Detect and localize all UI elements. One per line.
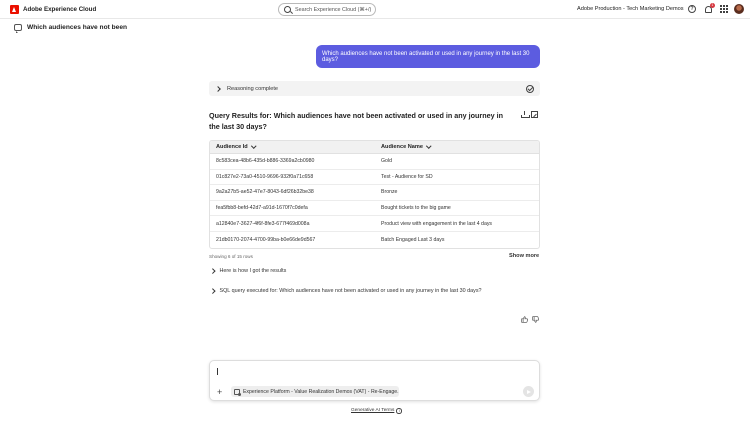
top-bar: Adobe Experience Cloud Search Experience… <box>0 0 750 19</box>
table-row: 01c827e2-73a0-4510-9696-932f0a71c658 Tes… <box>210 170 539 186</box>
cell-audience-id: 21db0170-2074-4700-99ba-b0e66de9d567 <box>216 236 316 243</box>
send-button[interactable] <box>523 386 534 397</box>
table-row: 21db0170-2074-4700-99ba-b0e66de9d567 Bat… <box>210 232 539 248</box>
search-placeholder: Search Experience Cloud (⌘+/) <box>295 6 372 13</box>
column-header-audience-name[interactable]: Audience Name <box>375 143 432 150</box>
cell-audience-name: Product view with engagement in the last… <box>381 220 493 227</box>
cell-audience-id: 8c583cea-48b6-435d-b886-3369a2cb0980 <box>216 158 315 165</box>
help-button[interactable]: ? <box>687 4 697 14</box>
ai-terms-link[interactable]: Generative AI Terms i <box>351 408 402 414</box>
table-row: a12840e7-3627-4f6f-8fe3-677f469d008a Pro… <box>210 216 539 232</box>
sandbox-icon <box>234 388 241 396</box>
cell-audience-id: a12840e7-3627-4f6f-8fe3-677f469d008a <box>216 220 310 227</box>
how-i-got-results-toggle[interactable]: Here is how I got the results <box>210 268 287 274</box>
notifications-badge: 1 <box>710 3 715 8</box>
text-cursor <box>217 368 218 375</box>
org-switcher[interactable]: Adobe Production - Tech Marketing Demos <box>577 6 684 12</box>
cell-audience-name: Batch Engaged Last 3 days <box>381 236 445 243</box>
column-header-audience-id[interactable]: Audience Id <box>210 143 375 150</box>
query-results-title: Query Results for: Which audiences have … <box>209 111 503 131</box>
brand[interactable]: Adobe Experience Cloud <box>10 4 97 14</box>
info-icon: i <box>396 408 402 414</box>
cell-audience-name: Bronze <box>381 189 398 196</box>
rows-count-text: Showing 6 of 15 rows <box>209 254 253 259</box>
prompt-composer[interactable]: + Experience Platform - Value Realizatio… <box>209 360 540 401</box>
user-message-bubble: Which audiences have not been activated … <box>316 45 540 68</box>
table-row: 9a2a27b5-ae52-47e7-8043-6df26b32be38 Bro… <box>210 185 539 201</box>
thumbs-down-icon[interactable] <box>532 310 539 323</box>
sql-query-label: SQL query executed for: Which audiences … <box>219 288 482 294</box>
cell-audience-id: fea5fbb8-befd-42d7-a91d-1670f7c0defa <box>216 205 308 212</box>
show-more-button[interactable]: Show more <box>509 253 539 259</box>
search-input[interactable]: Search Experience Cloud (⌘+/) <box>278 3 376 16</box>
chevron-down-icon <box>426 143 432 149</box>
app-name: Adobe Experience Cloud <box>23 5 97 13</box>
context-chip[interactable]: Experience Platform - Value Realization … <box>231 386 399 397</box>
avatar[interactable] <box>734 4 744 14</box>
add-icon[interactable]: + <box>217 388 222 397</box>
conversation-title: Which audiences have not been <box>27 24 128 31</box>
how-i-got-results-label: Here is how I got the results <box>219 268 287 274</box>
chevron-right-icon <box>210 268 216 274</box>
cell-audience-id: 01c827e2-73a0-4510-9696-932f0a71c658 <box>216 173 314 180</box>
cell-audience-id: 9a2a27b5-ae52-47e7-8043-6df26b32be38 <box>216 189 314 196</box>
cell-audience-name: Bought tickets to the big game <box>381 205 451 212</box>
ai-terms-label: Generative AI Terms <box>351 408 395 414</box>
reasoning-label: Reasoning complete <box>227 85 278 92</box>
table-row: fea5fbb8-befd-42d7-a91d-1670f7c0defa Bou… <box>210 201 539 217</box>
thumbs-up-icon[interactable] <box>521 310 528 323</box>
expand-icon[interactable] <box>531 111 538 118</box>
check-circle-icon <box>526 84 534 93</box>
download-icon[interactable] <box>521 111 530 118</box>
apps-button[interactable] <box>719 4 729 14</box>
adobe-logo-icon <box>10 4 19 14</box>
chevron-down-icon <box>250 143 256 149</box>
table-header: Audience Id Audience Name <box>210 141 539 154</box>
search-icon <box>284 6 291 13</box>
table-row: 8c583cea-48b6-435d-b886-3369a2cb0980 Gol… <box>210 154 539 170</box>
cell-audience-name: Test - Audience for SD <box>381 173 433 180</box>
cell-audience-name: Gold <box>381 158 392 165</box>
results-table: Audience Id Audience Name 8c583cea-48b6-… <box>209 140 540 249</box>
context-chip-label: Experience Platform - Value Realization … <box>242 388 399 395</box>
chevron-right-icon <box>215 85 221 92</box>
sql-query-toggle[interactable]: SQL query executed for: Which audiences … <box>210 288 482 294</box>
conversation-header: Which audiences have not been <box>14 24 128 33</box>
reasoning-toggle[interactable]: Reasoning complete <box>209 81 540 96</box>
help-icon: ? <box>688 5 696 13</box>
chat-history-icon[interactable] <box>14 24 22 33</box>
chevron-right-icon <box>210 288 216 294</box>
apps-grid-icon <box>720 5 728 13</box>
